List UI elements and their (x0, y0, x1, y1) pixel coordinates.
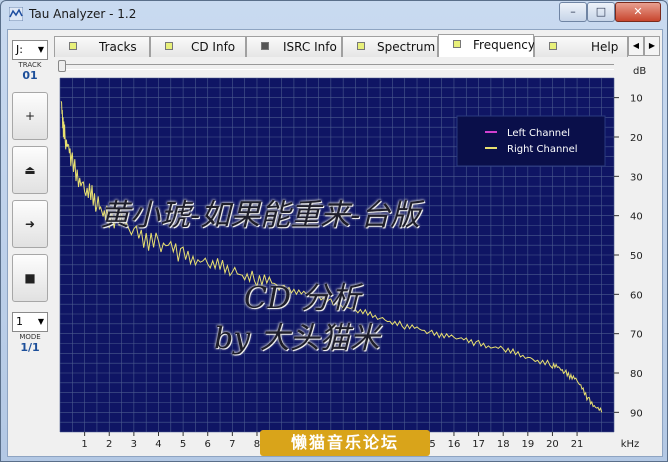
tab-tracks[interactable]: Tracks (54, 36, 150, 57)
stop-button[interactable]: ■ (12, 254, 48, 302)
tab-marker-icon (165, 42, 173, 50)
y-tick-label: 30 (630, 172, 643, 183)
legend-box (456, 115, 606, 167)
tab-marker-icon (453, 40, 461, 48)
x-tick-label: 18 (497, 439, 510, 450)
drive-select[interactable]: J: ▼ (12, 40, 48, 60)
watermark-author: by 大头猫米 (214, 321, 380, 356)
tab-help[interactable]: Help (534, 36, 628, 57)
play-button[interactable]: ➜ (12, 200, 48, 248)
y-tick-label: 10 (630, 94, 643, 105)
x-tick-label: 17 (472, 439, 485, 450)
eject-button[interactable]: ⏏ (12, 146, 48, 194)
app-icon (9, 7, 23, 21)
mode-label: MODE (19, 333, 41, 341)
x-tick-label: 16 (448, 439, 461, 450)
tab-scroll-left-button[interactable]: ◀ (628, 36, 644, 56)
plus-icon: + (24, 109, 36, 123)
chevron-left-icon: ◀ (632, 41, 640, 50)
x-tick-label: 5 (180, 439, 186, 450)
tab-marker-icon (549, 42, 557, 50)
tab-scroll-right-button[interactable]: ▶ (644, 36, 660, 56)
x-tick-label: 1 (81, 439, 87, 450)
y-tick-label: 70 (630, 330, 643, 341)
tab-marker-icon (69, 42, 77, 50)
position-slider-track[interactable] (62, 64, 614, 70)
window-title: Tau Analyzer - 1.2 (29, 7, 137, 21)
position-slider-thumb[interactable] (58, 60, 66, 72)
chevron-down-icon: ▼ (37, 45, 44, 54)
y-tick-label: 20 (630, 133, 643, 144)
y-tick-label: 90 (630, 408, 643, 419)
x-tick-label: 3 (131, 439, 137, 450)
x-tick-label: 4 (155, 439, 161, 450)
legend-right-label: Right Channel (507, 144, 578, 155)
forum-logo: 懒猫音乐论坛 (260, 430, 430, 456)
client-area: J: ▼ TRACK 01 + ⏏ ➜ ■ 1 ▼ MODE 1/1 Tracks … (7, 29, 663, 457)
x-tick-label: 20 (546, 439, 559, 450)
chevron-right-icon: ▶ (648, 41, 656, 50)
maximize-button[interactable]: □ (587, 2, 615, 22)
mode-select[interactable]: 1 ▼ (12, 312, 48, 332)
y-tick-label: 50 (630, 251, 643, 262)
app-window: Tau Analyzer - 1.2 – □ ✕ J: ▼ TRACK 01 + … (0, 0, 668, 462)
tab-spectrum[interactable]: Spectrum (342, 36, 438, 57)
tab-marker-icon (357, 42, 365, 50)
x-tick-label: 2 (106, 439, 112, 450)
frequency-chart: 123456789101112131415161718192021kHz1020… (52, 76, 662, 460)
stop-icon: ■ (24, 271, 36, 285)
x-tick-label: 7 (229, 439, 235, 450)
x-axis-unit: kHz (621, 439, 640, 450)
mode-display: 1/1 (20, 341, 40, 354)
chevron-down-icon: ▼ (37, 317, 44, 326)
y-tick-label: 40 (630, 212, 643, 223)
tab-strip: Tracks CD Info ISRC Info Spectrum Freque… (54, 34, 662, 57)
track-number: 01 (22, 69, 38, 82)
left-control-panel: J: ▼ TRACK 01 + ⏏ ➜ ■ 1 ▼ MODE 1/1 (8, 30, 52, 456)
y-tick-label: 80 (630, 369, 643, 380)
chart-svg: 123456789101112131415161718192021kHz1020… (59, 77, 643, 450)
arrow-right-icon: ➜ (24, 217, 36, 231)
legend-left-label: Left Channel (507, 128, 570, 139)
tab-marker-icon (261, 42, 269, 50)
x-tick-label: 21 (571, 439, 584, 450)
watermark-title: 黄小琥-如果能重来-台版 (100, 198, 421, 233)
eject-icon: ⏏ (24, 163, 36, 177)
watermark-cd-analysis: CD 分析 (244, 281, 361, 316)
y-tick-label: 60 (630, 290, 643, 301)
close-button[interactable]: ✕ (615, 2, 661, 22)
tab-cd-info[interactable]: CD Info (150, 36, 246, 57)
tab-frequency[interactable]: Frequency (438, 34, 535, 57)
track-label: TRACK (18, 61, 42, 69)
tab-isrc-info[interactable]: ISRC Info (246, 36, 342, 57)
x-tick-label: 6 (205, 439, 211, 450)
add-button[interactable]: + (12, 92, 48, 140)
minimize-button[interactable]: – (559, 2, 587, 22)
x-tick-label: 19 (521, 439, 534, 450)
title-bar[interactable]: Tau Analyzer - 1.2 – □ ✕ (1, 1, 667, 29)
